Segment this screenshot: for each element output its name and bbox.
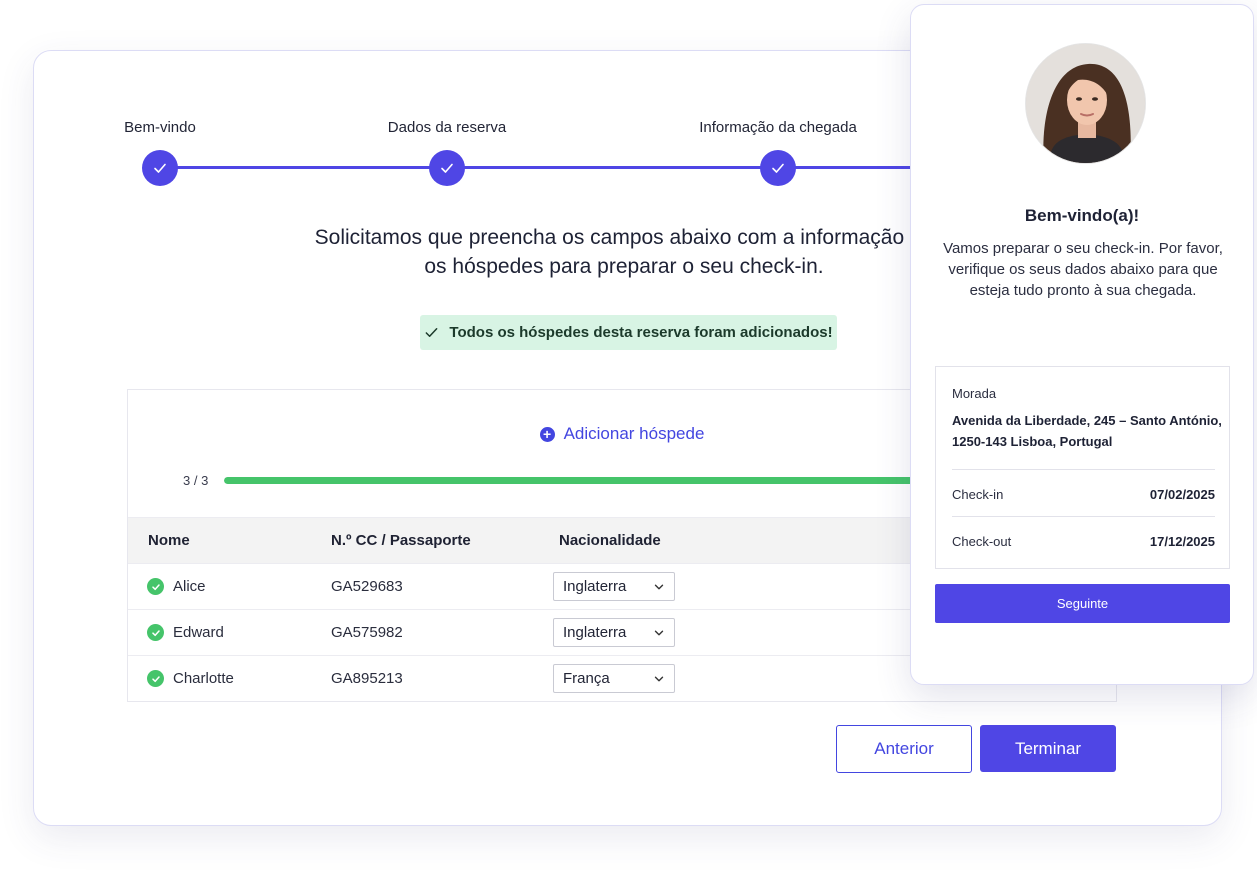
- address-label: Morada: [952, 386, 997, 401]
- nationality-value: França: [563, 670, 610, 687]
- step-label: Informação da chegada: [699, 119, 857, 136]
- nationality-value: Inglaterra: [563, 578, 627, 595]
- guest-count: 3 / 3: [183, 473, 209, 488]
- chevron-down-icon: [654, 630, 664, 636]
- chevron-down-icon: [654, 676, 664, 682]
- address-line-2: 1250-143 Lisboa, Portugal: [952, 434, 1113, 449]
- checkin-value: 07/02/2025: [1149, 487, 1215, 502]
- step-label: Dados da reserva: [387, 119, 507, 136]
- guest-name: Alice: [173, 578, 206, 595]
- guest-document: GA575982: [331, 624, 403, 641]
- previous-button[interactable]: Anterior: [836, 725, 972, 773]
- check-icon: [760, 150, 796, 186]
- address-line-1: Avenida da Liberdade, 245 – Santo Antóni…: [952, 413, 1222, 428]
- step-bem-vindo[interactable]: Bem-vindo: [60, 118, 260, 186]
- next-button[interactable]: Seguinte: [935, 584, 1230, 623]
- alert-text: Todos os hóspedes desta reserva foram ad…: [449, 324, 833, 341]
- check-circle-icon: [147, 670, 164, 687]
- column-header-nome: Nome: [148, 532, 190, 549]
- divider: [952, 516, 1215, 517]
- check-circle-icon: [147, 624, 164, 641]
- nationality-select[interactable]: França: [553, 664, 675, 693]
- success-alert: Todos os hóspedes desta reserva foram ad…: [420, 315, 837, 350]
- checkout-label: Check-out: [952, 534, 1012, 549]
- column-header-nacionalidade: Nacionalidade: [559, 532, 661, 549]
- guest-name: Charlotte: [173, 670, 234, 687]
- divider: [952, 469, 1215, 470]
- address-value: Avenida da Liberdade, 245 – Santo Antóni…: [952, 410, 1222, 452]
- plus-circle-icon: +: [539, 426, 555, 442]
- panel-text: Vamos preparar o seu check-in. Por favor…: [943, 240, 1223, 299]
- reservation-info: Morada Avenida da Liberdade, 245 – Santo…: [935, 366, 1230, 569]
- chevron-down-icon: [654, 584, 664, 590]
- add-guest-label: Adicionar hóspede: [563, 424, 705, 443]
- avatar: [1025, 43, 1146, 164]
- step-label: Bem-vindo: [124, 119, 196, 136]
- guest-name: Edward: [173, 624, 224, 641]
- guest-document: GA529683: [331, 578, 403, 595]
- welcome-panel: Bem-vindo(a)! Vamos preparar o seu check…: [910, 4, 1254, 685]
- check-icon: [142, 150, 178, 186]
- check-icon: [429, 150, 465, 186]
- checkout-value: 17/12/2025: [1149, 534, 1215, 549]
- checkin-label: Check-in: [952, 487, 1004, 502]
- check-circle-icon: [147, 578, 164, 595]
- nationality-select[interactable]: Inglaterra: [553, 618, 675, 647]
- nationality-value: Inglaterra: [563, 624, 627, 641]
- column-header-documento: N.º CC / Passaporte: [331, 532, 471, 549]
- step-dados-reserva[interactable]: Dados da reserva: [347, 118, 547, 186]
- finish-button[interactable]: Terminar: [980, 725, 1116, 772]
- step-informacao-chegada[interactable]: Informação da chegada: [678, 118, 878, 186]
- nationality-select[interactable]: Inglaterra: [553, 572, 675, 601]
- panel-title: Bem-vindo(a)!: [1024, 206, 1140, 225]
- guest-document: GA895213: [331, 670, 403, 687]
- check-icon: [426, 328, 438, 337]
